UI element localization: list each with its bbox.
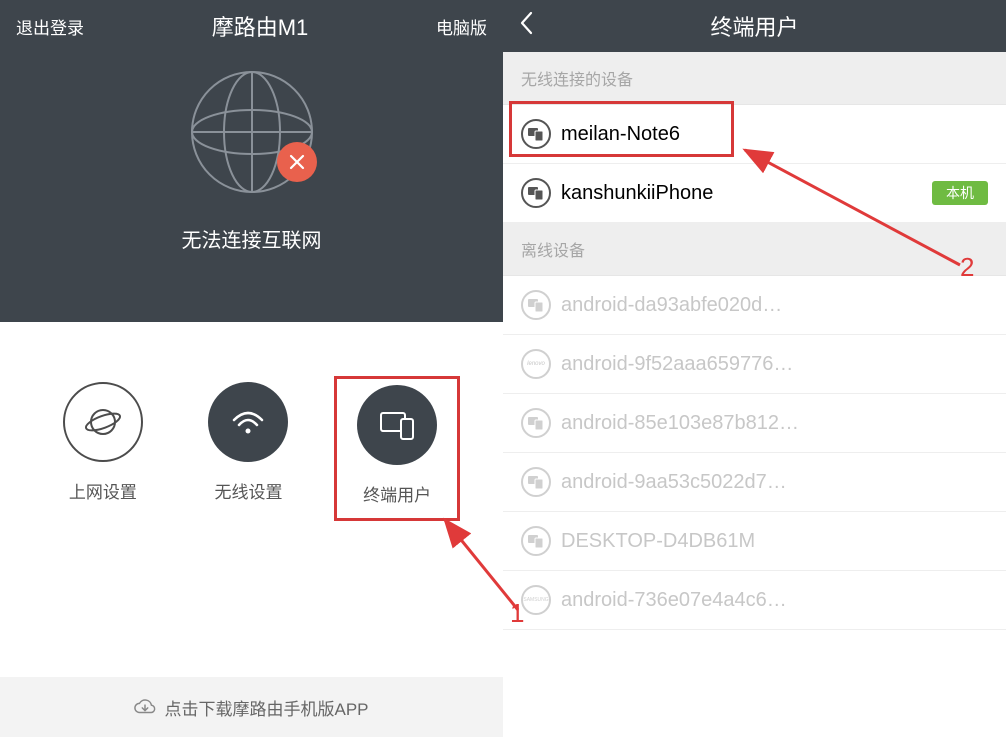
device-row[interactable]: meilan-Note6	[503, 105, 1006, 164]
menu-terminal-users[interactable]: 终端用户	[334, 376, 460, 521]
device-row[interactable]: kanshunkiiPhone 本机	[503, 164, 1006, 223]
device-row[interactable]: android-da93abfe020d…	[503, 276, 1006, 335]
menu-internet-settings[interactable]: 上网设置	[63, 382, 143, 509]
device-row[interactable]: DESKTOP-D4DB61M	[503, 512, 1006, 571]
menu-label: 上网设置	[69, 478, 137, 503]
chevron-left-icon	[519, 11, 535, 35]
device-name: android-da93abfe020d…	[561, 294, 988, 317]
annotation-step-1: 1	[510, 598, 524, 629]
cloud-download-icon	[134, 696, 156, 718]
device-name: android-9aa53c5022d7…	[561, 471, 988, 494]
pc-version-link[interactable]: 电脑版	[436, 14, 487, 39]
device-icon	[521, 290, 551, 320]
device-name: android-9f52aaa659776…	[561, 353, 988, 376]
menu-row: 上网设置 无线设置 终	[0, 322, 503, 539]
error-badge-icon	[277, 142, 317, 182]
download-label: 点击下载摩路由手机版APP	[164, 695, 368, 720]
globe-icon	[182, 62, 322, 202]
menu-label: 无线设置	[214, 478, 282, 503]
back-button[interactable]	[519, 11, 559, 42]
device-row[interactable]: android-9aa53c5022d7…	[503, 453, 1006, 512]
device-icon	[521, 119, 551, 149]
annotation-step-2: 2	[960, 252, 974, 283]
terminal-users-panel: 终端用户 无线连接的设备 meilan-Note6 kanshunkiiPhon…	[503, 0, 1006, 737]
device-icon	[521, 467, 551, 497]
section-offline-devices: 离线设备	[503, 223, 1006, 276]
device-icon	[521, 178, 551, 208]
download-app-button[interactable]: 点击下载摩路由手机版APP	[0, 677, 503, 737]
right-header: 终端用户	[503, 0, 1006, 52]
device-row[interactable]: lenovo android-9f52aaa659776…	[503, 335, 1006, 394]
device-icon: SAMSUNG	[521, 585, 551, 615]
devices-icon	[357, 385, 437, 465]
device-name: android-736e07e4a4c6…	[561, 589, 988, 612]
device-name: android-85e103e87b812…	[561, 412, 988, 435]
wifi-icon	[208, 382, 288, 462]
device-icon	[521, 408, 551, 438]
device-icon	[521, 526, 551, 556]
device-name: DESKTOP-D4DB61M	[561, 530, 988, 553]
connection-status: 无法连接互联网	[182, 224, 322, 253]
device-brand-icon: lenovo	[521, 349, 551, 379]
device-row[interactable]: android-85e103e87b812…	[503, 394, 1006, 453]
page-title: 终端用户	[503, 10, 1006, 42]
menu-area: 上网设置 无线设置 终	[0, 322, 503, 737]
section-wireless-devices: 无线连接的设备	[503, 52, 1006, 105]
device-name: meilan-Note6	[561, 123, 988, 146]
connection-hero: 无法连接互联网	[0, 52, 503, 322]
this-device-badge: 本机	[932, 181, 988, 205]
logout-link[interactable]: 退出登录	[16, 14, 84, 39]
left-header: 退出登录 摩路由M1 电脑版	[0, 0, 503, 52]
device-row[interactable]: SAMSUNG android-736e07e4a4c6…	[503, 571, 1006, 630]
main-panel: 退出登录 摩路由M1 电脑版 无法连接互联网	[0, 0, 503, 737]
planet-icon	[63, 382, 143, 462]
menu-label: 终端用户	[363, 481, 431, 506]
device-name: kanshunkiiPhone	[561, 182, 922, 205]
menu-wireless-settings[interactable]: 无线设置	[208, 382, 288, 509]
router-title: 摩路由M1	[212, 10, 309, 42]
